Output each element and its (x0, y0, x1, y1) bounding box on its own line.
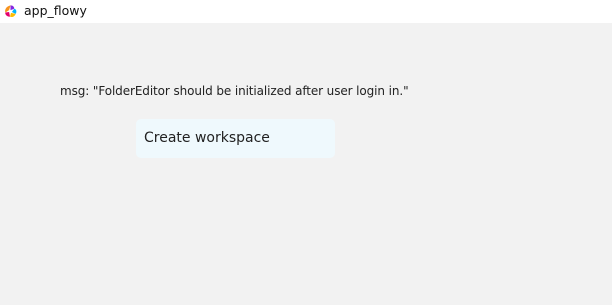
main-content: msg: "FolderEditor should be initialized… (0, 23, 612, 305)
app-window: app_flowy msg: "FolderEditor should be i… (0, 0, 612, 305)
create-workspace-button[interactable]: Create workspace (136, 119, 335, 158)
appflowy-logo-icon (5, 5, 17, 18)
error-message: msg: "FolderEditor should be initialized… (60, 84, 409, 98)
window-title: app_flowy (24, 3, 87, 19)
title-bar: app_flowy (0, 0, 612, 23)
